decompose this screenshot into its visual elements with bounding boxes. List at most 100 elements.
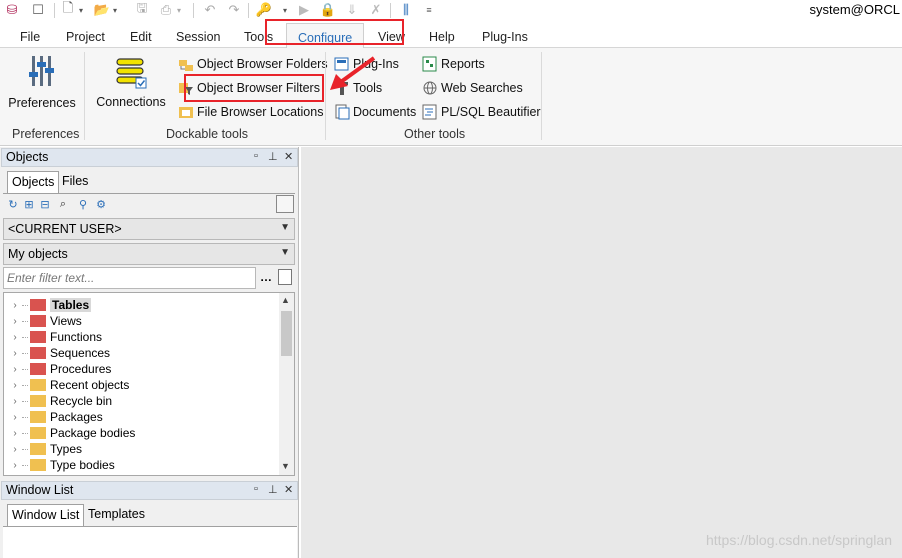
pin-icon[interactable]: ⊥ bbox=[268, 150, 278, 163]
expand-all-icon[interactable]: ⊞ bbox=[22, 197, 36, 211]
beautifier-icon bbox=[422, 104, 438, 120]
maximize-icon[interactable]: ▫ bbox=[254, 483, 258, 495]
pin-icon[interactable]: ⊥ bbox=[268, 483, 278, 496]
tab-files[interactable]: Files bbox=[58, 171, 92, 193]
new-filter-icon[interactable] bbox=[278, 269, 292, 285]
scrollbar-thumb[interactable] bbox=[281, 311, 292, 356]
group-label-preferences: Preferences bbox=[12, 127, 80, 141]
object-tree[interactable]: › Tables › Views › Functions › Sequences › Proced… bbox=[3, 292, 295, 476]
close-icon[interactable]: ✕ bbox=[284, 483, 293, 496]
filter-edit-icon[interactable]: ⚲ bbox=[76, 197, 90, 211]
expand-chevron-icon[interactable]: › bbox=[8, 332, 22, 343]
tab-templates[interactable]: Templates bbox=[84, 504, 149, 526]
print-dropdown-icon[interactable]: ▾ bbox=[174, 1, 184, 19]
folder-icon bbox=[30, 459, 46, 471]
preferences-button[interactable]: Preferences bbox=[8, 54, 76, 110]
app-database-icon[interactable]: ⛁ bbox=[4, 1, 20, 19]
expand-chevron-icon[interactable]: › bbox=[8, 444, 22, 455]
more-options-icon[interactable]: … bbox=[260, 270, 272, 284]
expand-chevron-icon[interactable]: › bbox=[8, 428, 22, 439]
settings-sliders-icon[interactable]: ⫼ bbox=[398, 1, 414, 19]
customize-toolbar-icon[interactable]: ≡ bbox=[424, 1, 434, 19]
tree-item[interactable]: › Recent objects bbox=[4, 377, 280, 393]
open-dropdown-icon[interactable]: ▾ bbox=[110, 1, 120, 19]
expand-chevron-icon[interactable]: › bbox=[8, 412, 22, 423]
plsql-beautifier-label: PL/SQL Beautifier bbox=[441, 105, 541, 119]
reports-button[interactable]: Reports bbox=[422, 56, 485, 72]
filter-input[interactable]: Enter filter text... bbox=[3, 267, 256, 289]
tab-session[interactable]: Session bbox=[176, 30, 220, 44]
tree-item[interactable]: › Type bodies bbox=[4, 457, 280, 473]
expand-chevron-icon[interactable]: › bbox=[8, 300, 22, 311]
tree-item[interactable]: › Packages bbox=[4, 409, 280, 425]
execute-icon[interactable]: ▶ bbox=[296, 1, 312, 19]
documents-button[interactable]: Documents bbox=[334, 104, 416, 120]
web-searches-label: Web Searches bbox=[441, 81, 523, 95]
rollback-icon[interactable]: ✗ bbox=[368, 1, 384, 19]
open-icon[interactable]: 📂 bbox=[94, 1, 110, 19]
redo-icon[interactable]: ↷ bbox=[226, 1, 242, 19]
tree-item-label: Sequences bbox=[50, 346, 111, 360]
connections-button[interactable]: Connections bbox=[94, 56, 168, 109]
expand-chevron-icon[interactable]: › bbox=[8, 316, 22, 327]
scroll-down-icon[interactable]: ▼ bbox=[281, 461, 290, 471]
key-icon[interactable]: 🔑 bbox=[256, 1, 272, 19]
tab-plug-ins[interactable]: Plug-Ins bbox=[482, 30, 528, 44]
checkbox-icon[interactable]: ☐ bbox=[30, 1, 46, 19]
user-select[interactable]: <CURRENT USER> ▼ bbox=[3, 218, 295, 240]
expand-chevron-icon[interactable]: › bbox=[8, 380, 22, 391]
close-icon[interactable]: ✕ bbox=[284, 150, 293, 163]
key-dropdown-icon[interactable]: ▾ bbox=[280, 1, 290, 19]
tab-file[interactable]: File bbox=[20, 30, 40, 44]
tab-divider bbox=[3, 193, 295, 194]
tab-window-list[interactable]: Window List bbox=[7, 504, 85, 526]
tab-objects[interactable]: Objects bbox=[7, 171, 60, 193]
group-label-other-tools: Other tools bbox=[404, 127, 466, 141]
tree-item[interactable]: › Functions bbox=[4, 329, 280, 345]
tree-item[interactable]: › Procedures bbox=[4, 361, 280, 377]
documents-icon bbox=[334, 104, 350, 120]
tree-connector bbox=[22, 400, 28, 402]
panel-option-checkbox[interactable] bbox=[276, 195, 294, 213]
filter-settings-icon[interactable]: ⚙ bbox=[94, 197, 108, 211]
commit-icon[interactable]: ⇓ bbox=[344, 1, 360, 19]
tree-item[interactable]: › Recycle bin bbox=[4, 393, 280, 409]
scroll-up-icon[interactable]: ▲ bbox=[281, 295, 290, 305]
save-icon[interactable]: 🖫 bbox=[134, 0, 150, 19]
tree-scrollbar[interactable]: ▲ ▼ bbox=[279, 293, 294, 475]
tree-item[interactable]: › Views bbox=[4, 313, 280, 329]
tree-item[interactable]: › Sequences bbox=[4, 345, 280, 361]
tab-project[interactable]: Project bbox=[66, 30, 105, 44]
scope-select[interactable]: My objects ▼ bbox=[3, 243, 295, 265]
find-binoculars-icon[interactable]: ⌕ bbox=[56, 197, 70, 211]
tree-connector bbox=[22, 416, 28, 418]
expand-chevron-icon[interactable]: › bbox=[8, 460, 22, 471]
tree-item[interactable]: › Tables bbox=[4, 297, 280, 313]
maximize-icon[interactable]: ▫ bbox=[254, 150, 258, 162]
expand-chevron-icon[interactable]: › bbox=[8, 396, 22, 407]
folder-icon bbox=[30, 443, 46, 455]
expand-chevron-icon[interactable]: › bbox=[8, 348, 22, 359]
new-dropdown-icon[interactable]: ▾ bbox=[76, 1, 86, 19]
tree-item-label: Types bbox=[50, 442, 83, 456]
object-browser-folders-button[interactable]: Object Browser Folders bbox=[178, 56, 328, 72]
tree-item[interactable]: › Types bbox=[4, 441, 280, 457]
lock-icon[interactable]: 🔒 bbox=[320, 1, 336, 19]
print-icon[interactable]: ⎙ bbox=[158, 1, 174, 19]
web-searches-button[interactable]: Web Searches bbox=[422, 80, 523, 96]
undo-icon[interactable]: ↶ bbox=[202, 1, 218, 19]
expand-chevron-icon[interactable]: › bbox=[8, 364, 22, 375]
file-browser-locations-button[interactable]: File Browser Locations bbox=[178, 104, 323, 120]
folder-icon bbox=[30, 299, 46, 311]
folder-icon bbox=[30, 347, 46, 359]
new-icon[interactable]: 🗋 bbox=[60, 0, 76, 19]
tree-item[interactable]: › Package bodies bbox=[4, 425, 280, 441]
tree-connector bbox=[22, 304, 28, 306]
tab-edit[interactable]: Edit bbox=[130, 30, 152, 44]
refresh-icon[interactable]: ↻ bbox=[6, 197, 20, 211]
tab-help[interactable]: Help bbox=[429, 30, 455, 44]
folder-icon bbox=[30, 379, 46, 391]
tree-connector bbox=[22, 384, 28, 386]
collapse-all-icon[interactable]: ⊟ bbox=[38, 197, 52, 211]
plsql-beautifier-button[interactable]: PL/SQL Beautifier bbox=[422, 104, 541, 120]
